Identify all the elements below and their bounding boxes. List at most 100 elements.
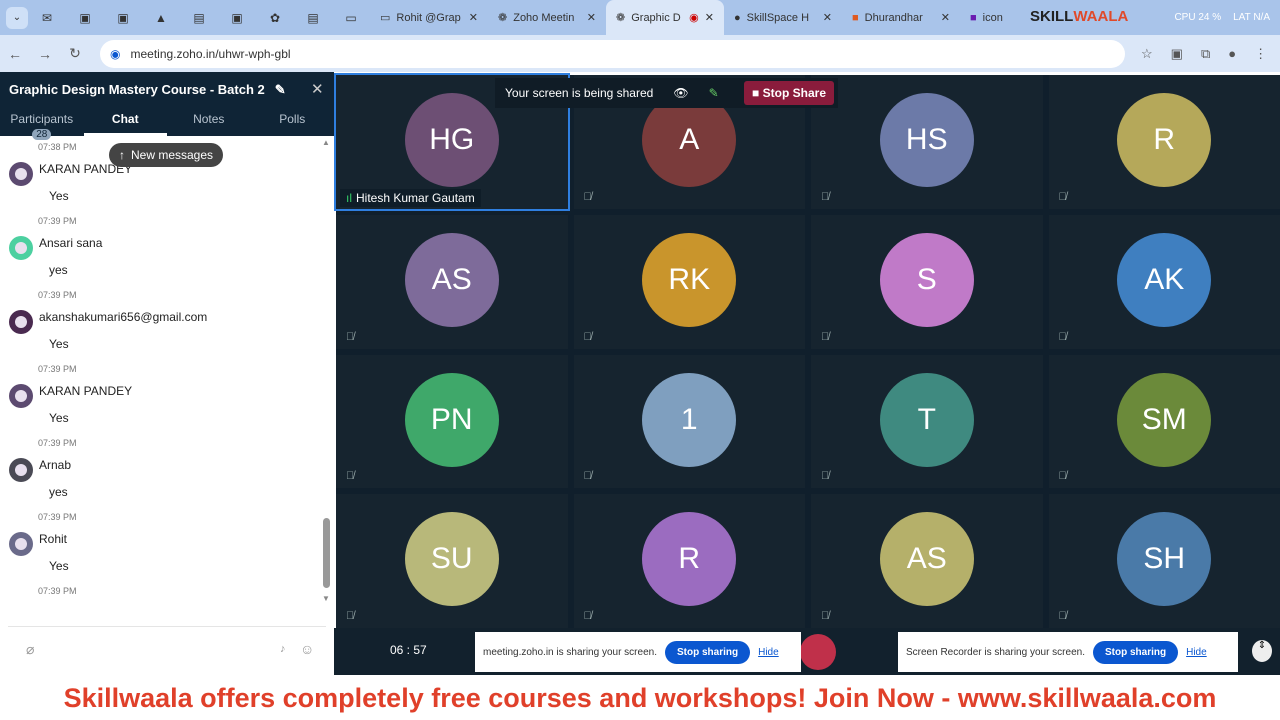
avatar: [9, 236, 33, 260]
participant-tile[interactable]: HS 🎙̸: [811, 75, 1043, 209]
pinned-tab[interactable]: ✿: [256, 11, 294, 25]
participant-tile[interactable]: S 🎙̸: [811, 214, 1043, 349]
message-text: yes: [49, 485, 68, 499]
participant-avatar: RK: [642, 232, 737, 327]
hide-link[interactable]: Hide: [758, 647, 779, 658]
pinned-tab[interactable]: ▲: [142, 11, 180, 25]
participant-tile[interactable]: AS 🎙̸: [336, 214, 568, 349]
participant-tile[interactable]: T 🎙̸: [811, 354, 1043, 489]
pinned-tab[interactable]: ▣: [66, 11, 104, 25]
participant-tile[interactable]: 1 🎙̸: [573, 354, 805, 489]
chat-message: Rohit Yes: [0, 524, 320, 586]
participant-avatar: SH: [1117, 512, 1212, 607]
system-status: CPU 24 % LAT N/A: [1174, 12, 1270, 23]
extensions-icon[interactable]: ⧉: [1201, 46, 1210, 62]
address-bar-row: ← → ↻ ◉ meeting.zoho.in/uhwr-wph-gbl ☆ ▣ ⧉ ●…: [0, 35, 1280, 72]
participant-tile[interactable]: PN 🎙̸: [336, 354, 568, 489]
close-icon[interactable]: ✕: [587, 11, 596, 24]
chat-scrollbar[interactable]: ▲ ▼: [322, 138, 332, 603]
annotate-pen-icon[interactable]: ✎: [699, 86, 729, 100]
participant-avatar: 1: [642, 372, 737, 467]
close-icon[interactable]: ✕: [469, 11, 478, 24]
browser-tab[interactable]: ❁ Zoho Meetin ✕: [488, 0, 606, 35]
tab-icon: ❁: [616, 12, 626, 24]
new-messages-button[interactable]: ↑ New messages: [109, 143, 224, 167]
participant-grid: HG ıl Hitesh Kumar Gautam A 🎙̸ HS 🎙̸ R 🎙̸ AS 🎙̸ RK 🎙…: [334, 73, 1280, 628]
tab-search-button[interactable]: ⌄: [6, 6, 28, 29]
participant-tile[interactable]: RK 🎙̸: [573, 214, 805, 349]
skillwaala-logo: SKILLWAALA: [1030, 8, 1129, 25]
pinned-tab[interactable]: ▣: [104, 11, 142, 25]
stop-sharing-button[interactable]: Stop sharing: [664, 640, 751, 664]
close-icon[interactable]: ✕: [823, 11, 832, 24]
participant-tile[interactable]: R 🎙̸: [573, 494, 805, 628]
browser-tab[interactable]: ● SkillSpace H ✕: [724, 0, 842, 35]
reload-icon[interactable]: ↻: [60, 45, 90, 62]
avatar: [9, 458, 33, 482]
stop-share-button[interactable]: ■ Stop Share: [744, 81, 834, 105]
participant-avatar: R: [642, 512, 737, 607]
tab-participants[interactable]: Participants 28: [0, 108, 84, 140]
sender-name: akanshakumari656@gmail.com: [39, 310, 208, 324]
bookmark-icon[interactable]: ☆: [1141, 46, 1153, 62]
edit-icon[interactable]: ✎: [275, 82, 286, 98]
mic-icon[interactable]: ♪: [280, 643, 286, 655]
attach-icon[interactable]: ⌀: [26, 641, 34, 658]
chat-message-list: 07:38 PM KARAN PANDEY Yes 07:39 PM Ansari s…: [0, 142, 320, 598]
participant-tile[interactable]: AS 🎙̸: [811, 494, 1043, 628]
close-icon[interactable]: ✕: [311, 80, 324, 98]
sender-name: Rohit: [39, 532, 68, 546]
close-icon[interactable]: ✕: [705, 11, 714, 24]
browser-tab[interactable]: ■ icon: [960, 0, 1020, 35]
tab-polls[interactable]: Polls: [251, 108, 335, 136]
back-icon[interactable]: ←: [0, 46, 30, 62]
participant-tile[interactable]: AK 🎙̸: [1048, 214, 1280, 349]
tab-notes[interactable]: Notes: [167, 108, 251, 136]
hide-preview-icon[interactable]: 👁: [663, 86, 698, 100]
recording-icon: ◉: [689, 12, 699, 24]
pinned-tab[interactable]: ▣: [218, 11, 256, 25]
mic-muted-icon: 🎙̸: [1058, 610, 1067, 622]
pinned-tab[interactable]: ▤: [180, 11, 218, 25]
participant-avatar: T: [879, 372, 974, 467]
participant-count-badge: 28: [32, 129, 52, 140]
mic-muted-icon: 🎙̸: [1058, 190, 1067, 203]
sender-name: Ansari sana: [39, 236, 103, 250]
message-text: yes: [49, 263, 68, 277]
stop-sharing-button[interactable]: Stop sharing: [1092, 640, 1179, 664]
participant-avatar: S: [879, 232, 974, 327]
sender-name: Arnab: [39, 458, 72, 472]
expand-toggle-icon[interactable]: ⇕: [1252, 640, 1272, 662]
pinned-tab[interactable]: ✉: [28, 11, 66, 25]
browser-tab[interactable]: ▭ Rohit @Grap ✕: [370, 0, 488, 35]
mic-muted-icon: 🎙̸: [346, 470, 355, 483]
participant-tile[interactable]: R 🎙̸: [1048, 75, 1280, 209]
participant-avatar: AK: [1117, 232, 1212, 327]
avatar: [9, 162, 33, 186]
chat-message: Ansari sana yes: [0, 228, 320, 290]
url-input[interactable]: ◉ meeting.zoho.in/uhwr-wph-gbl: [100, 39, 1125, 68]
browser-tab[interactable]: ■ Dhurandhar ✕: [842, 0, 960, 35]
avatar[interactable]: ●: [1228, 46, 1236, 62]
tab-icon: ❁: [498, 12, 508, 24]
meeting-timer: 06 : 57: [390, 643, 427, 657]
menu-icon[interactable]: ⋮: [1254, 46, 1267, 62]
close-icon[interactable]: ✕: [941, 11, 950, 24]
site-info-icon[interactable]: ◉: [110, 47, 120, 61]
participant-tile[interactable]: SH 🎙̸: [1048, 494, 1280, 628]
hide-link[interactable]: Hide: [1186, 647, 1207, 658]
participant-avatar: SU: [404, 512, 499, 607]
mic-muted-icon: 🎙̸: [346, 610, 355, 622]
end-call-button[interactable]: [800, 634, 836, 670]
chat-compose[interactable]: ⌀ ♪ ☺: [8, 626, 326, 671]
pinned-tab[interactable]: ▤: [294, 11, 332, 25]
tab-chat[interactable]: Chat: [83, 108, 167, 136]
emoji-icon[interactable]: ☺: [300, 641, 314, 657]
pinned-tab[interactable]: ▭: [332, 11, 370, 25]
forward-icon[interactable]: →: [30, 46, 60, 62]
participant-tile[interactable]: SM 🎙̸: [1048, 354, 1280, 489]
message-timestamp: 07:39 PM: [38, 512, 77, 522]
browser-tab-active[interactable]: ❁ Graphic D ◉ ✕: [606, 0, 724, 35]
cast-icon[interactable]: ▣: [1171, 46, 1183, 62]
participant-tile[interactable]: SU 🎙̸: [336, 494, 568, 628]
